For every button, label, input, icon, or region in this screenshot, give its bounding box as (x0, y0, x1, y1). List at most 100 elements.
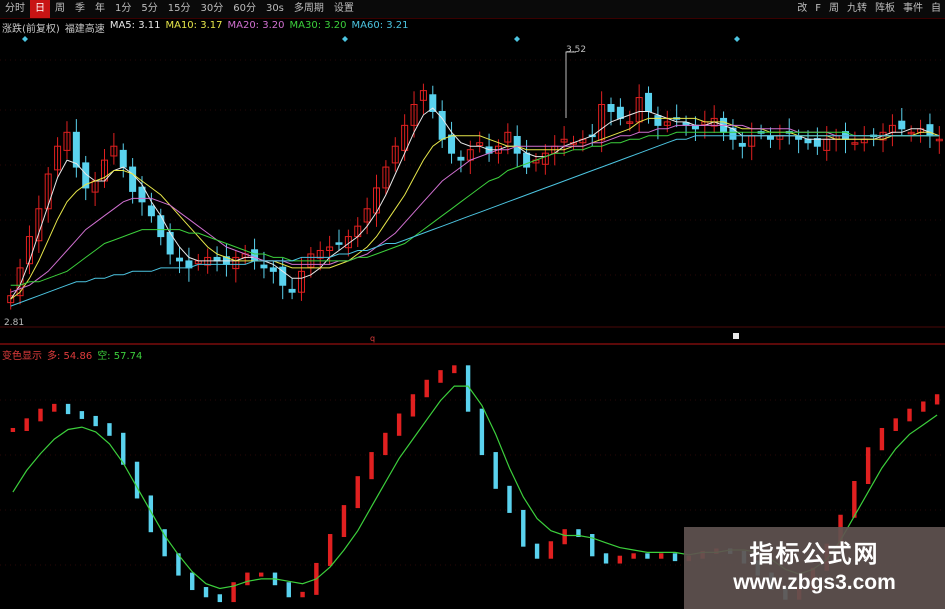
indicator-bar-47 (659, 553, 664, 559)
indicator-bar-39 (548, 541, 554, 559)
event-marker-2[interactable] (514, 36, 520, 42)
indicator-bar-0 (10, 427, 16, 432)
period-label: q (370, 334, 375, 343)
indicator-bar-27 (383, 432, 388, 456)
period-tab-12[interactable]: 设置 (329, 0, 359, 18)
candle-body-95 (898, 120, 906, 130)
event-marker-1[interactable] (342, 36, 348, 42)
indicator-bar-6 (93, 415, 98, 427)
candle-body-78 (738, 142, 746, 147)
low-price-label: 2.81 (4, 318, 25, 328)
candle-body-64 (607, 104, 615, 112)
toolbar-right-tools: 改 F 周九转 阵板 事件自 (793, 0, 945, 18)
indicator-bar-25 (355, 476, 360, 509)
upper-legend-item-5: MA30: 3.20 (289, 20, 347, 31)
indicator-bar-7 (107, 423, 112, 436)
indicator-bar-2 (38, 408, 43, 422)
upper-legend-item-0: 涨跌(前复权) (2, 24, 60, 35)
period-tab-7[interactable]: 15分 (163, 0, 196, 18)
candle-body-68 (645, 92, 653, 112)
period-tab-5[interactable]: 1分 (110, 0, 136, 18)
indicator-bar-63 (879, 427, 885, 451)
high-price-pointer (565, 51, 576, 118)
indicator-bar-46 (645, 553, 650, 559)
toolbar-tool-5[interactable]: 事件 (899, 0, 927, 18)
indicator-bar-9 (134, 461, 140, 499)
lower-legend-item-0: 变色显示 (2, 351, 42, 362)
toolbar-tool-0[interactable]: 改 (793, 0, 811, 18)
ma-line-ma5 (10, 107, 940, 300)
indicator-bar-13 (190, 572, 195, 591)
candle-body-69 (654, 115, 662, 126)
period-tab-2[interactable]: 周 (50, 0, 70, 18)
indicator-bar-34 (479, 408, 485, 456)
indicator-bar-36 (507, 485, 512, 513)
indicator-bar-31 (438, 370, 443, 383)
upper-legend-item-4: MA20: 3.20 (227, 20, 285, 31)
upper-legend-item-1: 福建高速 (64, 24, 105, 35)
period-marker[interactable] (733, 333, 739, 339)
period-tab-8[interactable]: 30分 (195, 0, 228, 18)
candle-body-13 (129, 166, 137, 192)
indicator-bar-8 (121, 432, 126, 465)
upper-grid (0, 59, 945, 276)
indicator-bar-43 (603, 553, 609, 564)
candle-body-12 (119, 149, 127, 168)
candle-body-35 (335, 242, 343, 245)
toolbar-tool-2[interactable]: 周 (825, 0, 843, 18)
candle-body-18 (176, 257, 184, 262)
indicator-bar-38 (534, 543, 540, 559)
indicator-bar-45 (631, 553, 636, 559)
period-tab-0[interactable]: 分时 (0, 0, 30, 18)
period-tab-1[interactable]: 日 (30, 0, 50, 18)
indicator-bar-28 (396, 413, 402, 436)
event-marker-0[interactable] (22, 36, 28, 42)
toolbar-tool-1[interactable]: F (811, 0, 825, 18)
toolbar-tool-6[interactable]: 自 (927, 0, 945, 18)
period-tab-4[interactable]: 年 (90, 0, 110, 18)
candlestick-series (7, 83, 943, 310)
indicator-bar-1 (24, 418, 29, 431)
watermark: 指标公式网 www.zbgs3.com (684, 527, 945, 609)
indicator-bar-26 (369, 452, 374, 480)
indicator-bar-24 (341, 505, 347, 538)
period-tabs: 分时日周季年 1分 5分 15分 30分 60分 30s 多周期 设置 (0, 0, 359, 18)
watermark-url: www.zbgs3.com (733, 571, 896, 594)
period-tab-3[interactable]: 季 (70, 0, 90, 18)
toolbar-tool-4[interactable]: 阵板 (871, 0, 899, 18)
candle-body-48 (457, 156, 465, 161)
period-tab-11[interactable]: 多周期 (289, 0, 329, 18)
indicator-bar-32 (452, 365, 457, 374)
lower-legend: 变色显示 多: 54.86 空: 57.74 (2, 347, 147, 362)
indicator-bar-21 (300, 591, 305, 598)
candle-body-30 (288, 288, 296, 293)
lower-legend-item-2: 空: 57.74 (97, 351, 143, 362)
indicator-bar-29 (410, 394, 416, 417)
lower-legend-item-1: 多: 54.86 (47, 351, 93, 362)
indicator-bar-30 (424, 379, 429, 398)
indicator-bar-64 (893, 418, 898, 431)
event-marker-3[interactable] (734, 36, 740, 42)
period-tab-6[interactable]: 5分 (136, 0, 162, 18)
candle-body-55 (523, 152, 531, 168)
upper-legend-item-3: MA10: 3.17 (165, 20, 223, 31)
indicator-bar-62 (865, 447, 871, 484)
candle-body-54 (513, 135, 521, 154)
period-tab-9[interactable]: 60分 (228, 0, 261, 18)
upper-legend-item-6: MA60: 3.21 (351, 20, 409, 31)
indicator-bar-17 (245, 572, 250, 586)
candle-body-98 (926, 124, 934, 137)
indicator-bar-15 (217, 594, 223, 603)
period-tab-10[interactable]: 30s (261, 0, 289, 18)
chart-canvas: q (0, 36, 945, 603)
indicator-bar-18 (258, 572, 264, 577)
candle-body-15 (147, 205, 155, 217)
indicator-bar-3 (52, 403, 57, 412)
indicator-bar-44 (617, 555, 623, 564)
indicator-bar-61 (852, 481, 857, 518)
indicator-bar-35 (493, 452, 498, 489)
candle-body-65 (616, 106, 624, 119)
candle-body-81 (766, 135, 774, 140)
upper-legend-item-2: MA5: 3.11 (109, 20, 161, 31)
toolbar-tool-3[interactable]: 九转 (843, 0, 871, 18)
